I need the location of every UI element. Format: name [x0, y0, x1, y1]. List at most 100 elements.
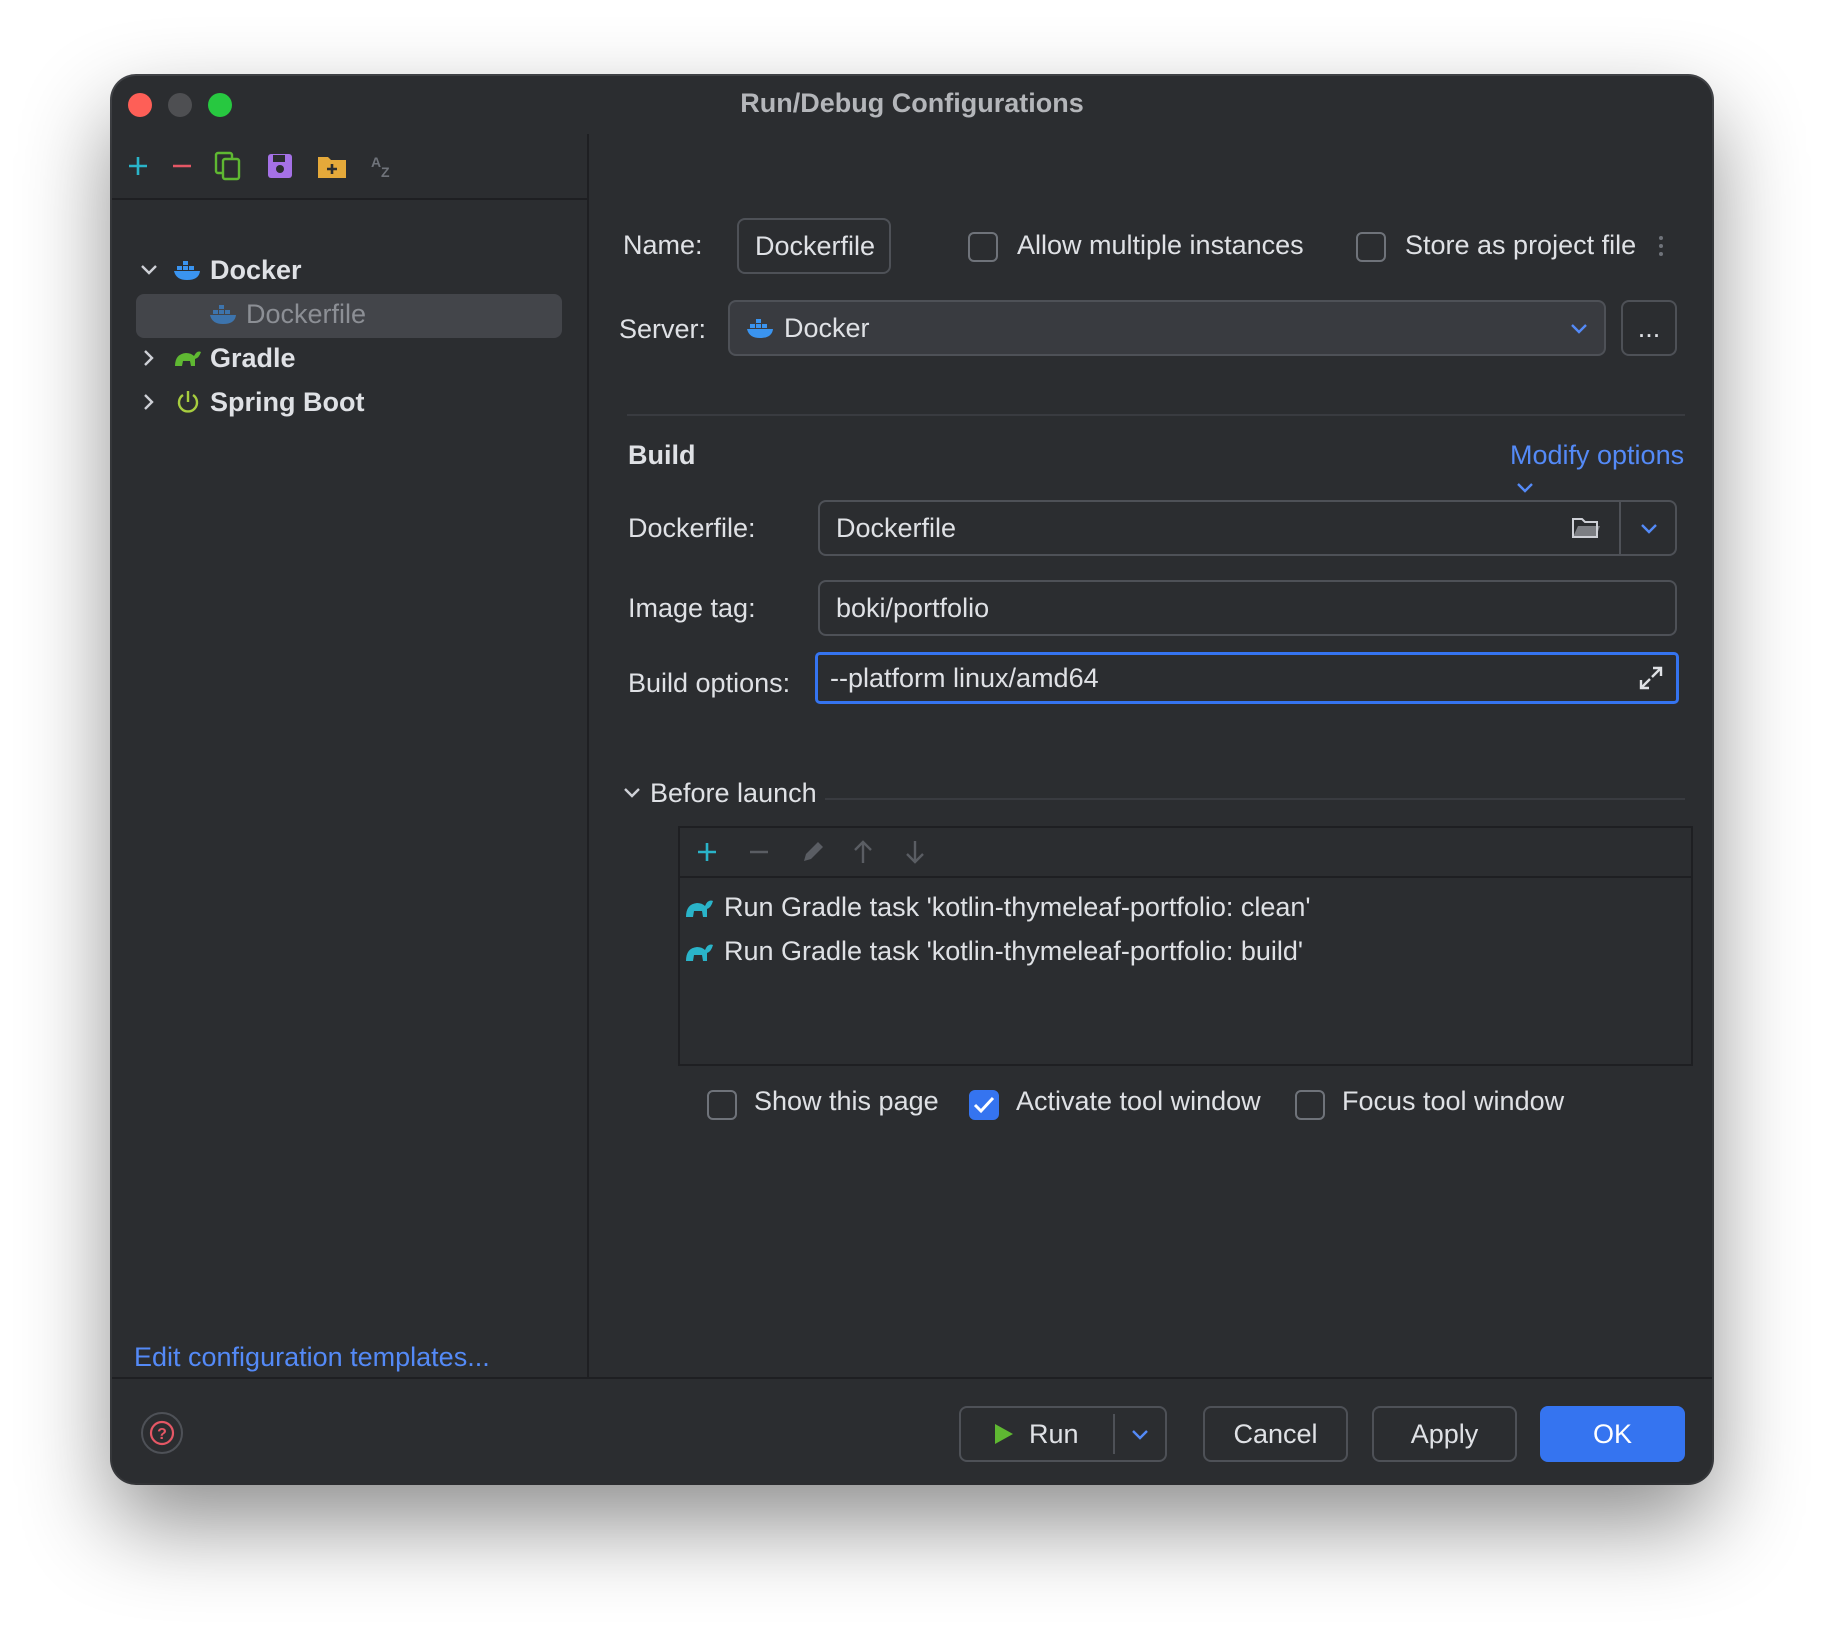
- run-label: Run: [1029, 1418, 1079, 1449]
- sort-az-icon: A Z: [371, 154, 390, 179]
- title-bar: Run/Debug Configurations: [112, 76, 1712, 134]
- checkmark-icon: [973, 1096, 995, 1114]
- build-options-value: --platform linux/amd64: [830, 662, 1099, 693]
- docker-icon: [172, 255, 204, 285]
- folder-icon[interactable]: [1571, 516, 1601, 540]
- footer-divider: [112, 1377, 1712, 1379]
- save-configuration-button[interactable]: [260, 146, 300, 186]
- server-select[interactable]: Docker: [728, 300, 1606, 356]
- svg-text:?: ?: [157, 1426, 167, 1443]
- gradle-elephant-icon: [686, 900, 713, 917]
- cancel-button[interactable]: Cancel: [1203, 1406, 1348, 1462]
- gradle-elephant-icon: [686, 944, 713, 961]
- arrow-down-icon[interactable]: [904, 839, 926, 865]
- configuration-editor: Name: Dockerfile Allow multiple instance…: [589, 134, 1712, 1377]
- tree-item-label: Spring Boot: [210, 386, 365, 417]
- new-folder-button[interactable]: [312, 146, 352, 186]
- edit-templates-link[interactable]: Edit configuration templates...: [134, 1342, 490, 1373]
- chevron-down-icon: [1571, 324, 1587, 334]
- toolbar-divider: [112, 198, 587, 200]
- focus-tool-checkbox[interactable]: [1295, 1090, 1325, 1120]
- dockerfile-value: Dockerfile: [836, 512, 957, 543]
- tree-item-docker[interactable]: Docker: [136, 248, 302, 292]
- run-debug-dialog: Run/Debug Configurations A Z Docker Dock…: [112, 76, 1712, 1483]
- new-folder-icon: [318, 157, 346, 178]
- chevron-down-icon[interactable]: [1640, 522, 1658, 536]
- allow-multiple-checkbox[interactable]: [968, 232, 998, 262]
- show-page-checkbox[interactable]: [707, 1090, 737, 1120]
- activate-tool-checkbox[interactable]: [969, 1090, 999, 1120]
- tree-item-gradle[interactable]: Gradle: [136, 336, 296, 380]
- docker-icon: [208, 299, 240, 329]
- chevron-down-icon[interactable]: [1131, 1428, 1149, 1442]
- name-label: Name:: [623, 230, 703, 260]
- apply-button[interactable]: Apply: [1372, 1406, 1517, 1462]
- build-options-field[interactable]: --platform linux/amd64: [815, 652, 1679, 704]
- task-label: Run Gradle task 'kotlin-thymeleaf-portfo…: [724, 936, 1304, 966]
- play-icon: [995, 1424, 1013, 1444]
- chevron-right-icon[interactable]: [136, 345, 162, 371]
- window-title: Run/Debug Configurations: [740, 88, 1084, 118]
- tree-item-label: Docker: [210, 254, 302, 285]
- docker-icon: [747, 319, 773, 338]
- spring-power-icon: [172, 387, 204, 417]
- gradle-elephant-icon: [172, 343, 204, 373]
- activate-tool-label: Activate tool window: [1016, 1086, 1261, 1116]
- copy-configuration-button[interactable]: [208, 146, 248, 186]
- remove-configuration-button[interactable]: [162, 146, 202, 186]
- chevron-down-icon: [1517, 483, 1533, 493]
- sort-button[interactable]: A Z: [364, 146, 404, 186]
- server-more-button[interactable]: ...: [1621, 300, 1677, 356]
- before-launch-list: Run Gradle task 'kotlin-thymeleaf-portfo…: [678, 826, 1693, 1066]
- allow-multiple-label: Allow multiple instances: [1017, 230, 1304, 260]
- tree-item-dockerfile[interactable]: Dockerfile: [208, 292, 366, 336]
- edit-pencil-icon[interactable]: [800, 839, 826, 865]
- focus-tool-label: Focus tool window: [1342, 1086, 1565, 1116]
- tree-item-spring-boot[interactable]: Spring Boot: [136, 380, 364, 424]
- arrow-up-icon[interactable]: [852, 839, 874, 865]
- ok-button[interactable]: OK: [1540, 1406, 1685, 1462]
- section-divider: [825, 798, 1685, 800]
- run-button[interactable]: Run: [959, 1406, 1167, 1462]
- build-options-label: Build options:: [628, 668, 791, 698]
- copy-icon: [214, 151, 241, 181]
- tree-item-label: Dockerfile: [246, 298, 367, 329]
- modify-options-label: Modify options: [1510, 440, 1685, 470]
- save-icon: [268, 154, 292, 178]
- modify-options-link[interactable]: Modify options: [1510, 440, 1712, 502]
- chevron-down-icon[interactable]: [623, 786, 641, 800]
- server-value: Docker: [784, 312, 870, 343]
- before-launch-task[interactable]: Run Gradle task 'kotlin-thymeleaf-portfo…: [684, 936, 1303, 967]
- task-label: Run Gradle task 'kotlin-thymeleaf-portfo…: [724, 892, 1311, 922]
- minus-icon: [173, 164, 191, 168]
- name-field[interactable]: Dockerfile: [737, 218, 891, 274]
- store-project-label: Store as project file: [1405, 230, 1637, 260]
- store-project-checkbox[interactable]: [1356, 232, 1386, 262]
- tree-item-label: Gradle: [210, 342, 296, 373]
- before-launch-task[interactable]: Run Gradle task 'kotlin-thymeleaf-portfo…: [684, 892, 1311, 923]
- image-tag-field[interactable]: boki/portfolio: [818, 580, 1677, 636]
- add-configuration-button[interactable]: [118, 146, 158, 186]
- show-page-label: Show this page: [754, 1086, 939, 1116]
- help-button[interactable]: ?: [141, 1412, 183, 1454]
- field-divider: [1619, 502, 1621, 554]
- svg-text:A: A: [371, 154, 381, 170]
- section-divider: [627, 414, 1685, 416]
- minus-icon[interactable]: [748, 841, 770, 863]
- dockerfile-field[interactable]: Dockerfile: [818, 500, 1677, 556]
- expand-icon[interactable]: [1638, 665, 1664, 691]
- before-launch-toolbar: [680, 828, 1691, 878]
- configurations-panel: A Z Docker Dockerfile Gradle Spring Boot…: [112, 134, 587, 1377]
- svg-text:Z: Z: [381, 164, 390, 179]
- build-section-title: Build: [628, 440, 696, 470]
- server-label: Server:: [619, 314, 707, 344]
- before-launch-title: Before launch: [650, 778, 817, 808]
- image-tag-label: Image tag:: [628, 593, 756, 623]
- help-icon: ?: [149, 1420, 175, 1446]
- plus-icon[interactable]: [696, 841, 718, 863]
- chevron-down-icon[interactable]: [136, 257, 162, 283]
- dockerfile-label: Dockerfile:: [628, 513, 756, 543]
- chevron-right-icon[interactable]: [136, 389, 162, 415]
- plus-icon: [129, 157, 147, 175]
- more-vertical-icon[interactable]: [1657, 234, 1665, 258]
